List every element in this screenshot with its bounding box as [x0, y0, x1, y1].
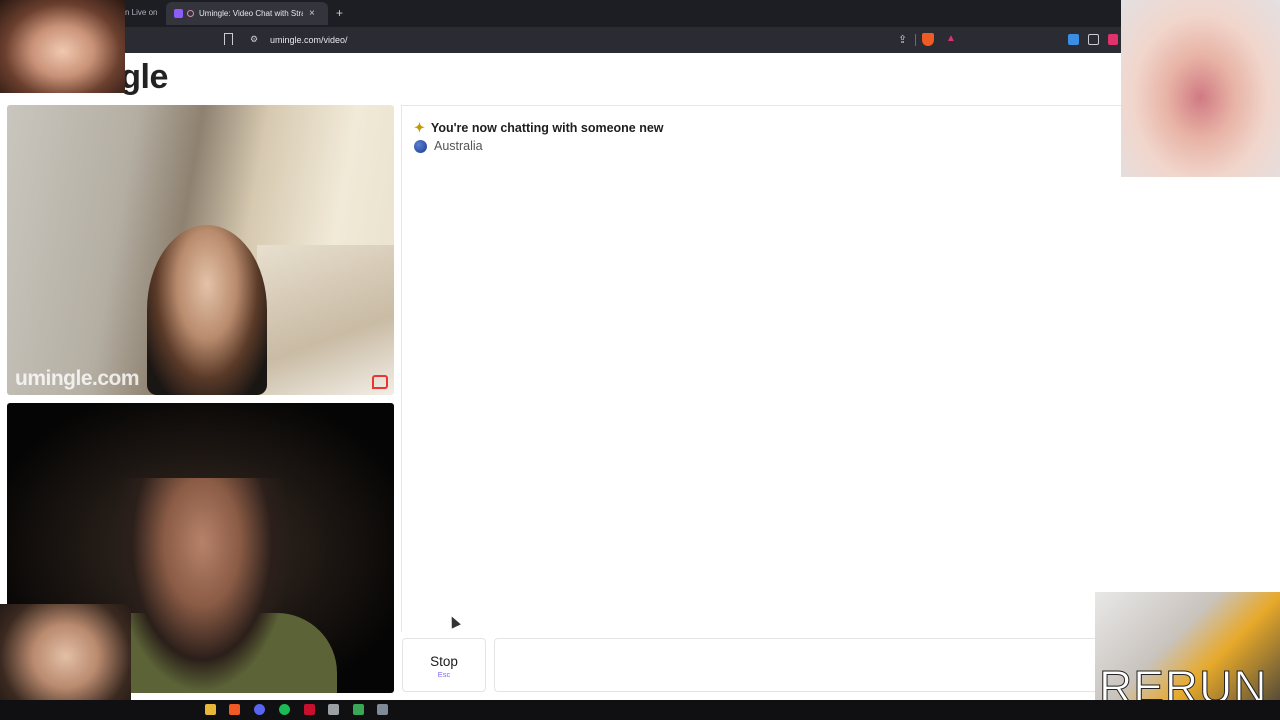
tab-umingle[interactable]: Umingle: Video Chat with Stra ×: [166, 2, 328, 25]
toolbar-divider: [915, 34, 916, 46]
stop-button[interactable]: Stop Esc: [402, 638, 486, 692]
sparkle-icon: ✦: [414, 120, 425, 135]
notepad-icon[interactable]: [328, 704, 339, 715]
taskbar: [0, 700, 1280, 720]
extension-icon[interactable]: [1108, 34, 1118, 45]
url-field[interactable]: umingle.com/video/: [270, 35, 348, 45]
stranger-person: [147, 225, 267, 395]
app-icon[interactable]: [304, 704, 315, 715]
share-icon[interactable]: ⇪: [898, 33, 907, 46]
game-icon[interactable]: [353, 704, 364, 715]
site-settings-icon[interactable]: ⚙: [250, 34, 258, 45]
flag-icon: [414, 139, 427, 153]
stop-label: Stop: [430, 654, 458, 669]
network-icon[interactable]: [377, 704, 388, 715]
report-flag-icon[interactable]: [372, 375, 388, 389]
new-tab-button[interactable]: +: [336, 6, 343, 20]
download-icon[interactable]: [1068, 34, 1079, 45]
file-explorer-icon[interactable]: [205, 704, 216, 715]
brave-shield-icon[interactable]: [922, 33, 934, 46]
overlay-webcam-top-right: [1121, 0, 1280, 177]
tab-title: Umingle: Video Chat with Stra: [199, 9, 303, 18]
brave-browser-icon[interactable]: [229, 704, 240, 715]
close-tab-icon[interactable]: ×: [309, 8, 315, 19]
video-background: [257, 245, 394, 395]
spotify-icon[interactable]: [279, 704, 290, 715]
bookmark-icon[interactable]: [224, 33, 233, 45]
chat-status-text: You're now chatting with someone new: [430, 121, 664, 135]
brave-rewards-icon[interactable]: ▲: [946, 33, 956, 44]
overlay-webcam-top-left: [0, 0, 125, 93]
umingle-favicon-icon: [174, 9, 183, 18]
chat-country-line: Australia: [414, 139, 483, 153]
umingle-watermark: umingle.com: [15, 367, 140, 390]
stranger-video: umingle.com: [7, 105, 394, 395]
stop-shortcut-hint: Esc: [437, 670, 451, 679]
wallet-icon[interactable]: [1088, 34, 1099, 45]
discord-icon[interactable]: [254, 704, 265, 715]
recording-icon: [187, 10, 194, 17]
self-person: [112, 478, 292, 693]
chat-status-line: ✦ You're now chatting with someone new: [414, 120, 664, 136]
country-text: Australia: [434, 139, 483, 153]
message-input[interactable]: [494, 638, 1099, 692]
tab-previous[interactable]: n Live on: [125, 8, 165, 17]
chat-log: ✦ You're now chatting with someone new A…: [401, 105, 1122, 632]
